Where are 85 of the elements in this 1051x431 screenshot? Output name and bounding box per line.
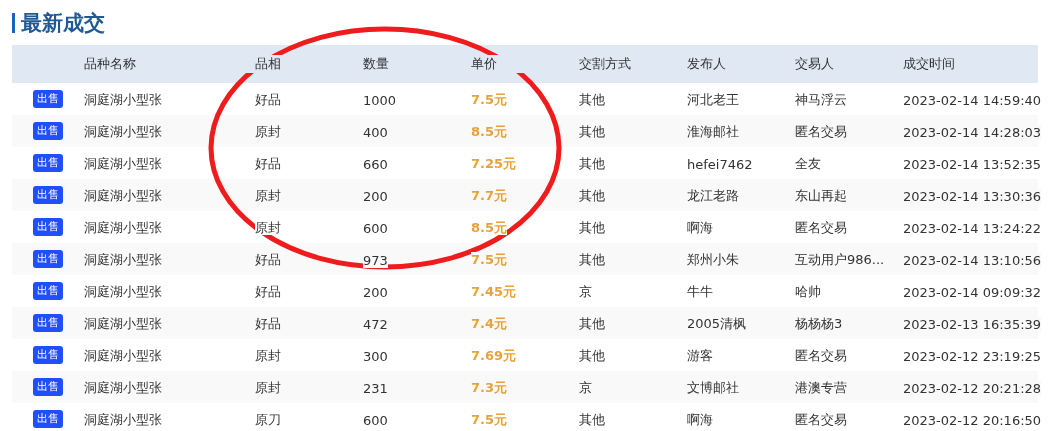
sell-tag: 出售 — [33, 250, 63, 268]
price-cell: 7.69元 — [471, 348, 517, 363]
price-cell: 7.5元 — [471, 252, 508, 267]
delivery-cell: 京 — [579, 284, 592, 299]
variety-name-cell: 洞庭湖小型张 — [84, 124, 162, 139]
price-cell: 7.45元 — [471, 284, 517, 299]
variety-name-cell: 洞庭湖小型张 — [84, 284, 162, 299]
delivery-cell: 其他 — [579, 188, 605, 203]
variety-name-cell: 洞庭湖小型张 — [84, 220, 162, 235]
sell-tag: 出售 — [33, 186, 63, 204]
condition-cell: 好品 — [255, 284, 281, 299]
publisher-cell: 河北老王 — [687, 92, 739, 107]
publisher-cell: 啊海 — [687, 412, 713, 427]
price-cell: 8.5元 — [471, 124, 508, 139]
delivery-cell: 其他 — [579, 220, 605, 235]
price-cell: 7.5元 — [471, 92, 508, 107]
publisher-cell: 啊海 — [687, 220, 713, 235]
trader-cell: 港澳专营 — [795, 380, 847, 395]
delivery-cell: 其他 — [579, 348, 605, 363]
deal-time-cell: 2023-02-13 16:35:39 — [903, 316, 1042, 332]
condition-cell: 原刀 — [255, 412, 281, 427]
publisher-cell: 牛牛 — [687, 284, 713, 299]
publisher-cell: 郑州小朱 — [687, 252, 739, 267]
trader-cell: 杨杨杨3 — [795, 316, 843, 331]
price-cell: 7.4元 — [471, 316, 508, 331]
variety-name-cell: 洞庭湖小型张 — [84, 412, 162, 427]
delivery-cell: 其他 — [579, 124, 605, 139]
sell-tag: 出售 — [33, 346, 63, 364]
delivery-cell: 其他 — [579, 252, 605, 267]
publisher-cell: 淮海邮社 — [687, 124, 739, 139]
sell-tag: 出售 — [33, 90, 63, 108]
trader-cell: 东山再起 — [795, 188, 847, 203]
condition-cell: 好品 — [255, 156, 281, 171]
price-cell: 7.7元 — [471, 188, 508, 203]
sell-tag: 出售 — [33, 218, 63, 236]
deal-time-cell: 2023-02-14 14:28:03 — [903, 124, 1042, 140]
price-cell: 7.3元 — [471, 380, 508, 395]
condition-cell: 好品 — [255, 316, 281, 331]
publisher-cell: 游客 — [687, 348, 713, 363]
trader-cell: 匿名交易 — [795, 124, 847, 139]
variety-name-cell: 洞庭湖小型张 — [84, 252, 162, 267]
condition-cell: 原封 — [255, 188, 281, 203]
trader-cell: 互动用户986... — [795, 252, 885, 267]
publisher-cell: 2005清枫 — [687, 316, 747, 331]
variety-name-cell: 洞庭湖小型张 — [84, 380, 162, 395]
variety-name-cell: 洞庭湖小型张 — [84, 348, 162, 363]
delivery-cell: 其他 — [579, 316, 605, 331]
variety-name-cell: 洞庭湖小型张 — [84, 156, 162, 171]
condition-cell: 原封 — [255, 220, 281, 235]
delivery-cell: 其他 — [579, 92, 605, 107]
variety-name-cell: 洞庭湖小型张 — [84, 316, 162, 331]
price-cell: 8.5元 — [471, 220, 508, 235]
delivery-cell: 其他 — [579, 156, 605, 171]
price-cell: 7.25元 — [471, 156, 517, 171]
sell-tag: 出售 — [33, 282, 63, 300]
deal-time-cell: 2023-02-14 13:10:56 — [903, 252, 1042, 268]
delivery-cell: 其他 — [579, 412, 605, 427]
trader-cell: 匿名交易 — [795, 412, 847, 427]
trader-cell: 全友 — [795, 156, 821, 171]
deal-time-cell: 2023-02-14 13:30:36 — [903, 188, 1042, 204]
variety-name-cell: 洞庭湖小型张 — [84, 92, 162, 107]
variety-name-cell: 洞庭湖小型张 — [84, 188, 162, 203]
section-title: 最新成交 — [21, 10, 105, 37]
trader-cell: 神马浮云 — [795, 92, 847, 107]
title-accent-bar — [12, 13, 15, 33]
deal-time-cell: 2023-02-12 20:21:28 — [903, 380, 1042, 396]
condition-cell: 原封 — [255, 124, 281, 139]
sell-tag: 出售 — [33, 314, 63, 332]
publisher-cell: hefei7462 — [687, 156, 753, 172]
publisher-cell: 文博邮社 — [687, 380, 739, 395]
column-header: 品种名称 — [84, 55, 255, 73]
condition-cell: 好品 — [255, 252, 281, 267]
condition-cell: 原封 — [255, 380, 281, 395]
condition-cell: 好品 — [255, 92, 281, 107]
sell-tag: 出售 — [33, 154, 63, 172]
price-cell: 7.5元 — [471, 412, 508, 427]
trader-cell: 匿名交易 — [795, 348, 847, 363]
delivery-cell: 京 — [579, 380, 592, 395]
sell-tag: 出售 — [33, 410, 63, 428]
sell-tag: 出售 — [33, 122, 63, 140]
sell-tag: 出售 — [33, 378, 63, 396]
condition-cell: 原封 — [255, 348, 281, 363]
trader-cell: 匿名交易 — [795, 220, 847, 235]
trader-cell: 哈帅 — [795, 284, 821, 299]
publisher-cell: 龙江老路 — [687, 188, 739, 203]
